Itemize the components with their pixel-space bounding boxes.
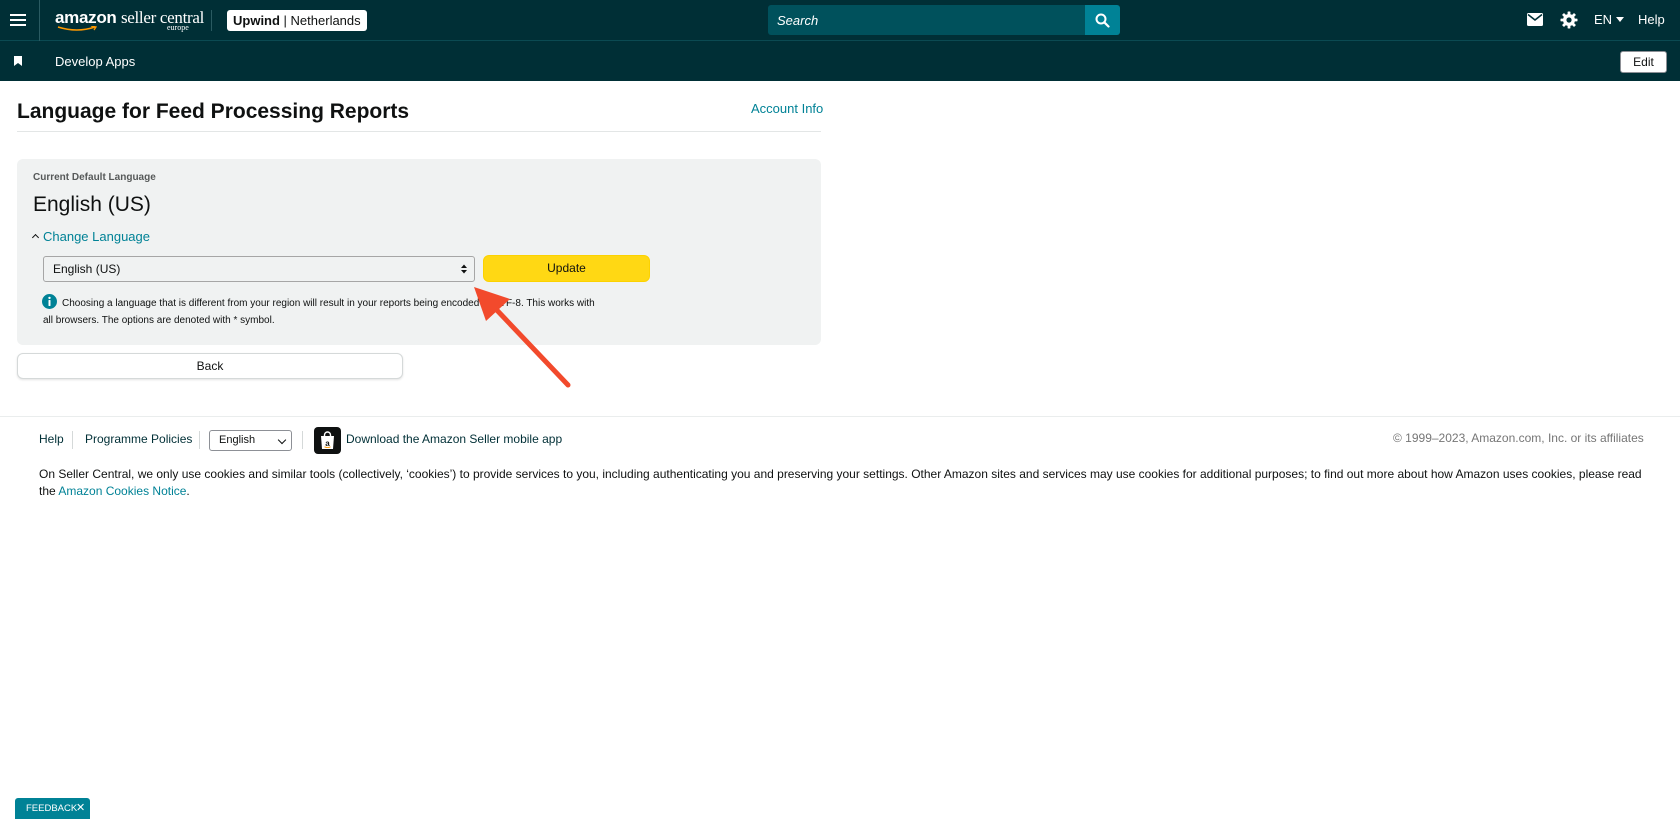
shopping-bag-icon: a	[321, 431, 334, 449]
annotation-arrow-icon	[474, 287, 571, 388]
svg-text:a: a	[325, 439, 330, 448]
current-language-label: Current Default Language	[33, 172, 156, 183]
bookmark-bar: Develop Apps Edit	[0, 41, 1680, 81]
help-link[interactable]: Help	[1638, 11, 1665, 29]
change-language-label: Change Language	[43, 229, 150, 244]
cookie-notice-end: .	[186, 484, 190, 498]
account-marketplace: Netherlands	[290, 13, 361, 28]
seller-central-logo[interactable]: amazon seller central europe	[55, 8, 204, 35]
chevron-up-icon	[31, 233, 40, 242]
develop-apps-link[interactable]: Develop Apps	[55, 53, 135, 70]
footer-help-link[interactable]: Help	[39, 432, 64, 446]
bookmark-icon[interactable]	[14, 56, 22, 66]
caret-down-icon	[1616, 17, 1625, 22]
account-switcher[interactable]: Upwind | Netherlands	[227, 10, 367, 31]
mail-icon[interactable]	[1527, 13, 1543, 26]
footer-language-value: English	[219, 434, 256, 446]
change-language-toggle[interactable]: Change Language	[31, 229, 150, 244]
logo-region: europe	[167, 23, 189, 32]
language-toggle[interactable]: EN	[1594, 11, 1625, 29]
language-select[interactable]: English (US)	[43, 256, 475, 282]
edit-bookmarks-button[interactable]: Edit	[1620, 51, 1667, 73]
copyright-text: © 1999–2023, Amazon.com, Inc. or its aff…	[1393, 431, 1644, 445]
feedback-close-icon[interactable]: ✕	[76, 798, 85, 819]
gear-icon[interactable]	[1560, 11, 1578, 29]
menu-icon[interactable]	[10, 10, 26, 30]
nav-divider	[211, 10, 212, 31]
logo-seller-central: seller central	[120, 8, 205, 27]
cookies-notice-link[interactable]: Amazon Cookies Notice	[58, 484, 186, 498]
current-language-value: English (US)	[33, 193, 151, 216]
select-arrows-icon	[461, 264, 467, 274]
seller-app-icon[interactable]: a	[314, 427, 341, 454]
amazon-smile-icon	[57, 26, 98, 31]
footer-divider-vertical	[199, 431, 200, 449]
page-title: Language for Feed Processing Reports	[17, 100, 410, 123]
top-nav: amazon seller central europe Upwind | Ne…	[0, 0, 1680, 41]
footer-language-select[interactable]: English	[209, 430, 292, 451]
footer-divider-vertical	[302, 431, 303, 449]
footer-divider-vertical	[72, 431, 73, 449]
logo-amazon: amazon	[55, 8, 117, 27]
account-store: Upwind	[233, 13, 280, 28]
search-icon	[1095, 13, 1110, 28]
nav-divider	[39, 0, 40, 41]
cookie-notice: On Seller Central, we only use cookies a…	[39, 466, 1659, 500]
back-button[interactable]: Back	[17, 353, 403, 379]
language-select-value: English (US)	[53, 262, 121, 276]
language-code: EN	[1594, 12, 1613, 27]
search-bar	[768, 5, 1120, 35]
cookie-notice-text: On Seller Central, we only use cookies a…	[39, 467, 1642, 498]
update-button[interactable]: Update	[483, 255, 650, 282]
account-separator: |	[279, 13, 291, 28]
search-button[interactable]	[1085, 5, 1120, 35]
footer-divider	[0, 416, 1680, 417]
chevron-down-icon	[277, 435, 287, 445]
language-panel: Current Default Language English (US) Ch…	[17, 159, 821, 345]
account-info-link[interactable]: Account Info	[751, 101, 823, 116]
search-input[interactable]	[768, 5, 1085, 35]
title-divider	[17, 131, 821, 132]
download-app-link[interactable]: Download the Amazon Seller mobile app	[346, 432, 562, 446]
programme-policies-link[interactable]: Programme Policies	[85, 432, 192, 446]
